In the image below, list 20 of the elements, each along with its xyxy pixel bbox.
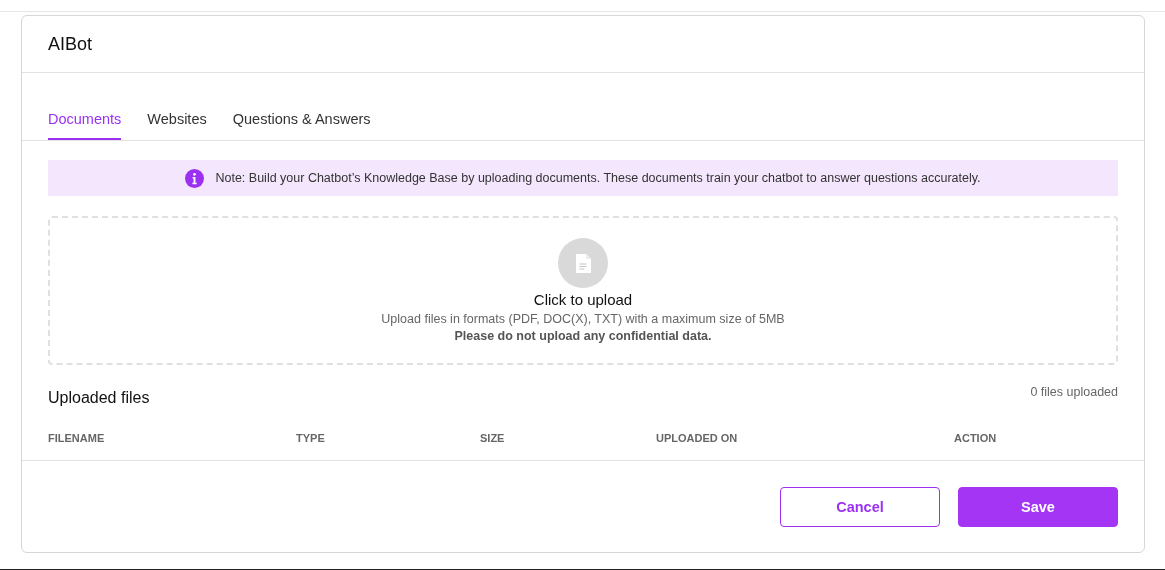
cancel-button[interactable]: Cancel bbox=[780, 487, 940, 527]
tab[interactable]: Questions & Answers bbox=[232, 111, 371, 140]
dialog-title: AIBot bbox=[48, 33, 93, 55]
column-header: TYPE bbox=[296, 432, 326, 444]
save-button[interactable]: Save bbox=[958, 487, 1118, 527]
upload-formats: Upload files in formats (PDF, DOC(X), TXT) with a maximum size of 5MB bbox=[381, 312, 785, 326]
file-count: 0 files uploaded bbox=[1030, 385, 1118, 401]
tab[interactable]: Websites bbox=[147, 111, 207, 140]
section-heading: Uploaded files bbox=[48, 389, 150, 407]
info-icon bbox=[185, 168, 205, 188]
upload-warning: Please do not upload any confidential data. bbox=[454, 329, 712, 343]
upload-title: Click to upload bbox=[533, 291, 633, 308]
document-icon bbox=[558, 238, 608, 288]
tab[interactable]: Documents bbox=[48, 111, 122, 140]
column-header: SIZE bbox=[480, 432, 506, 444]
upload-dropzone[interactable]: Click to upload Upload files in formats (PDF, DOC(X), TXT) with a maximum size of 5MB Please do not upload any confidential data. bbox=[48, 216, 1118, 365]
column-header: ACTION bbox=[954, 432, 998, 444]
column-header: UPLOADED ON bbox=[656, 432, 739, 444]
note-text: Note: Build your Chatbot’s Knowledge Base by uploading documents. These documents train your chatbot to answer questions accurately. bbox=[215, 171, 981, 185]
column-header: FILENAME bbox=[48, 432, 106, 444]
